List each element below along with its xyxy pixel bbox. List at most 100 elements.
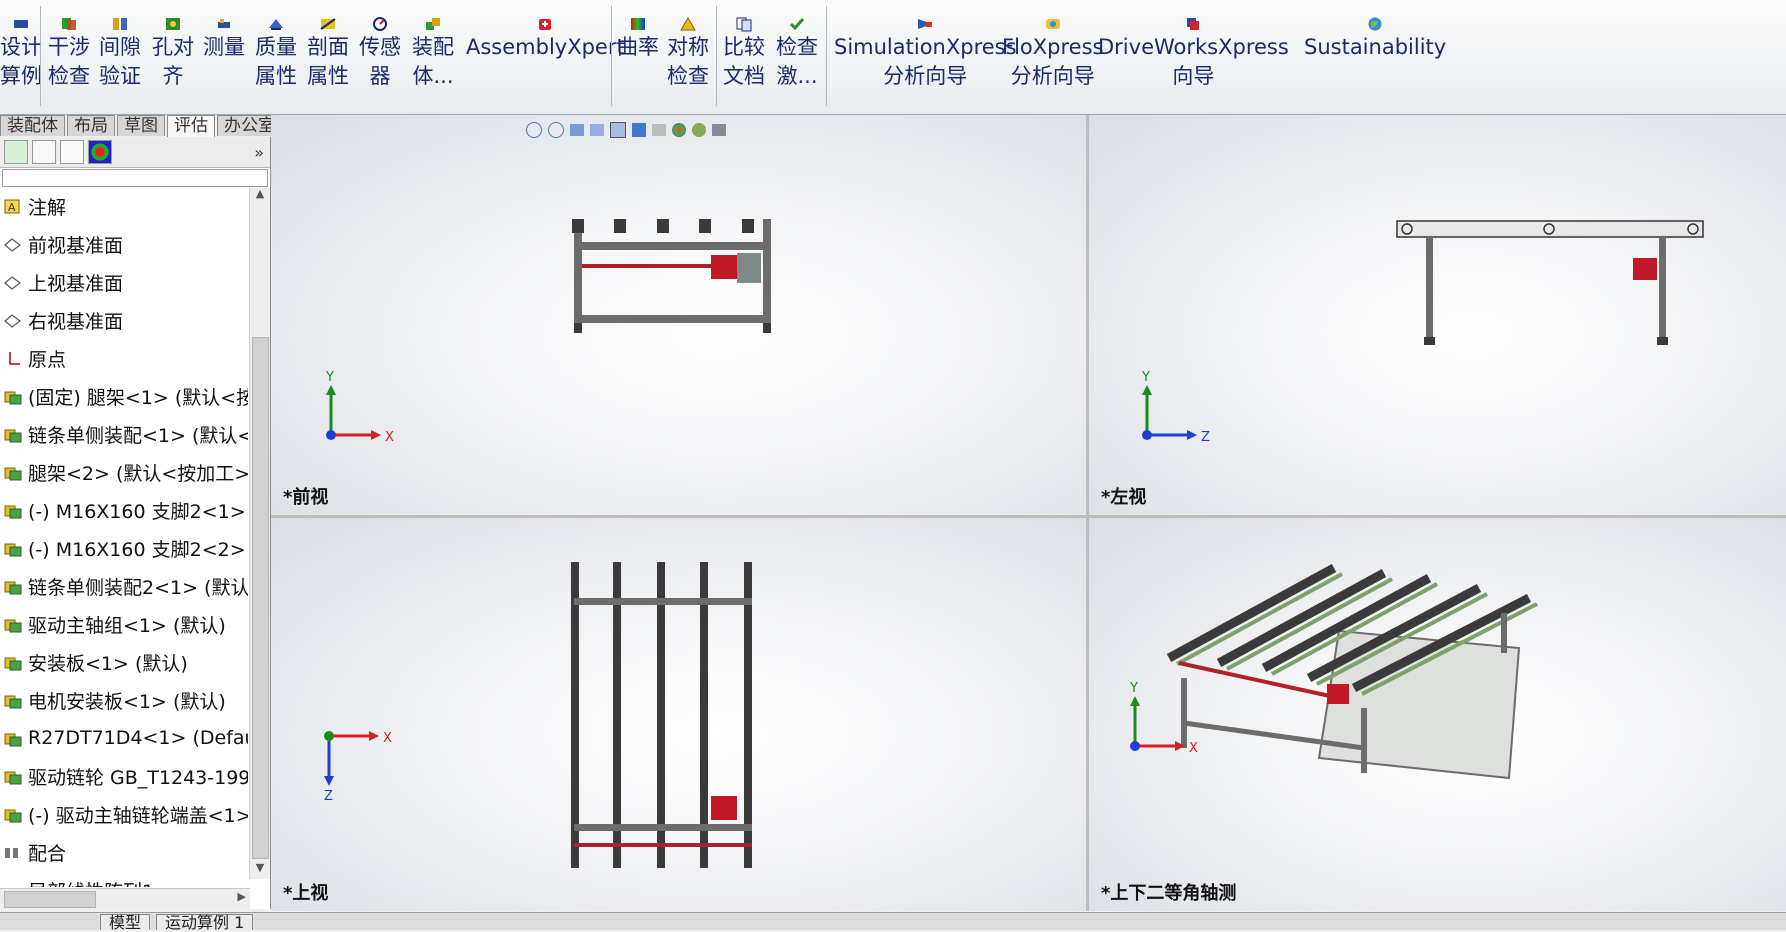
assembly-visualization-button[interactable]: 装配 体... — [412, 4, 454, 104]
chain-strand — [613, 562, 621, 868]
triad-label-x: X — [383, 731, 392, 746]
triad-arrow-y — [1142, 385, 1152, 395]
subassembly-icon — [2, 539, 24, 557]
tab-layout[interactable]: 布局 — [67, 115, 115, 136]
mates-icon — [2, 843, 24, 861]
compare-documents-button[interactable]: 比较 文档 — [723, 4, 765, 104]
tree-item[interactable]: 链条单侧装配2<1> (默认<! — [0, 569, 248, 603]
expand-panel-icon[interactable]: » — [254, 143, 264, 162]
foot-right — [763, 323, 771, 333]
tree-item-label: 原点 — [28, 348, 67, 371]
feature-tree-tab-icon[interactable] — [4, 140, 28, 164]
tree-filter-input[interactable] — [2, 169, 268, 187]
assemblyxpert-button[interactable]: AssemblyXpert — [466, 4, 625, 104]
tab-sketch[interactable]: 草图 — [117, 115, 165, 136]
subassembly-icon — [2, 501, 24, 519]
viewport-top[interactable]: XZ *上视 — [271, 518, 1086, 911]
tree-item[interactable]: (固定) 腿架<1> (默认<按加 — [0, 379, 248, 413]
assemblyxpert-icon — [536, 16, 554, 32]
tab-assembly[interactable]: 装配体 — [0, 115, 65, 136]
interference-check-button[interactable]: 干涉 检查 — [48, 4, 90, 104]
tree-item[interactable]: 原点 — [0, 341, 66, 375]
check-active-document-button[interactable]: 检查 激... — [776, 4, 818, 104]
property-manager-tab-icon[interactable] — [32, 140, 56, 164]
top-view-canvas: XZ — [324, 562, 752, 868]
tree-horizontal-scrollbar[interactable]: ▶ — [0, 888, 250, 909]
origin-icon — [2, 349, 24, 367]
chain-strand — [700, 562, 708, 868]
splitter-vertical[interactable] — [1086, 115, 1089, 911]
chain-head — [742, 219, 754, 233]
ribbon-separator — [40, 6, 41, 106]
viewport-front[interactable]: XY *前视 — [271, 115, 1086, 515]
tree-item-label: 前视基准面 — [28, 234, 124, 257]
hole-align-icon — [164, 16, 182, 32]
scroll-down-arrow-icon[interactable]: ▼ — [250, 861, 270, 879]
frame-beam-bottom — [574, 315, 771, 323]
tab-model[interactable]: 模型 — [100, 914, 151, 931]
tree-item[interactable]: 安装板<1> (默认) — [0, 645, 188, 679]
triad-arrow-y — [1130, 696, 1140, 706]
tree-item[interactable]: 腿架<2> (默认<按加工>) — [0, 455, 248, 489]
tree-item[interactable]: 驱动主轴组<1> (默认) — [0, 607, 226, 641]
measure-button[interactable]: 测量 — [203, 4, 245, 104]
check-active-icon — [788, 16, 806, 32]
hole-alignment-button[interactable]: 孔对 齐 — [152, 4, 194, 104]
driveworksxpress-button[interactable]: DriveWorksXpress 向导 — [1098, 4, 1289, 104]
viewport-label-isometric: *上下二等角轴测 — [1101, 883, 1237, 904]
scroll-up-arrow-icon[interactable]: ▲ — [250, 187, 270, 205]
chain-head — [657, 219, 669, 233]
bottom-bar — [0, 912, 1786, 930]
viewport-left[interactable]: ZY *左视 — [1089, 115, 1786, 515]
scroll-right-arrow-icon[interactable]: ▶ — [238, 890, 246, 903]
configuration-manager-tab-icon[interactable] — [60, 140, 84, 164]
sustainability-button[interactable]: Sustainability — [1304, 4, 1446, 104]
splitter-horizontal[interactable] — [271, 515, 1786, 518]
tree-item-label: 配合 — [28, 842, 67, 865]
tree-item-label: 链条单侧装配2<1> (默认<! — [28, 576, 248, 599]
front-view-canvas: XY — [325, 219, 771, 445]
tree-item[interactable]: 右视基准面 — [0, 303, 123, 337]
subassembly-icon — [2, 463, 24, 481]
floxpress-icon — [1044, 16, 1062, 32]
tree-item[interactable]: (-) 驱动主轴链轮端盖<1> ( — [0, 797, 248, 831]
drive-shaft — [582, 264, 732, 268]
motor — [711, 255, 741, 279]
viewport-isometric[interactable]: XY *上下二等角轴测 — [1089, 518, 1786, 911]
clearance-check-button[interactable]: 间隙 验证 — [99, 4, 141, 104]
sensor-button[interactable]: 传感 器 — [359, 4, 401, 104]
section-properties-button[interactable]: 剖面 属性 — [307, 4, 349, 104]
tree-item[interactable]: (-) M16X160 支脚2<1> (I — [0, 493, 248, 527]
symmetry-check-button[interactable]: 对称 检查 — [667, 4, 709, 104]
tab-motion-study-1[interactable]: 运动算例 1 — [156, 914, 254, 931]
scroll-thumb[interactable] — [252, 337, 269, 859]
curvature-button[interactable]: 曲率 — [617, 4, 659, 104]
tree-item[interactable]: 链条单侧装配<1> (默认<默 — [0, 417, 248, 451]
tree-item[interactable]: 前视基准面 — [0, 227, 123, 261]
hscroll-thumb[interactable] — [4, 891, 96, 908]
triad-arrow-z — [324, 776, 334, 786]
tree-item[interactable]: 驱动链轮 GB_T1243-1997_ — [0, 759, 248, 793]
appearance-tab-icon[interactable] — [88, 140, 112, 164]
panel-toolbar: » — [0, 137, 270, 168]
tree-item[interactable]: 电机安装板<1> (默认) — [0, 683, 226, 717]
simulationxpress-icon — [916, 16, 934, 32]
tree-item[interactable]: R27DT71D4<1> (Default) — [0, 721, 248, 755]
tree-item[interactable]: 局部线性阵列1 — [0, 873, 154, 888]
ribbon-toolbar: 设计 算例 干涉 检查 间隙 验证 孔对 齐 测量 质量 属性 剖面 属性 传感… — [0, 0, 1786, 115]
tree-vertical-scrollbar[interactable]: ▲ ▼ — [249, 187, 270, 879]
ribbon-separator — [716, 6, 717, 106]
tab-evaluate[interactable]: 评估 — [167, 115, 215, 138]
mass-properties-button[interactable]: 质量 属性 — [255, 4, 297, 104]
simulationxpress-button[interactable]: SimulationXpress 分析向导 — [834, 4, 1017, 104]
tree-item-label: 上视基准面 — [28, 272, 124, 295]
tree-item[interactable]: 配合 — [0, 835, 66, 869]
tree-item[interactable]: 上视基准面 — [0, 265, 123, 299]
tree-item[interactable]: (-) M16X160 支脚2<2> (I — [0, 531, 248, 565]
symmetry-icon — [679, 16, 697, 32]
design-study-button[interactable]: 设计 算例 — [0, 4, 42, 104]
annotation-icon: A — [2, 197, 24, 215]
floxpress-button[interactable]: FloXpress 分析向导 — [1002, 4, 1103, 104]
tree-item[interactable]: A 注解 — [0, 189, 66, 223]
tree-item-label: 腿架<2> (默认<按加工>) — [28, 462, 248, 485]
